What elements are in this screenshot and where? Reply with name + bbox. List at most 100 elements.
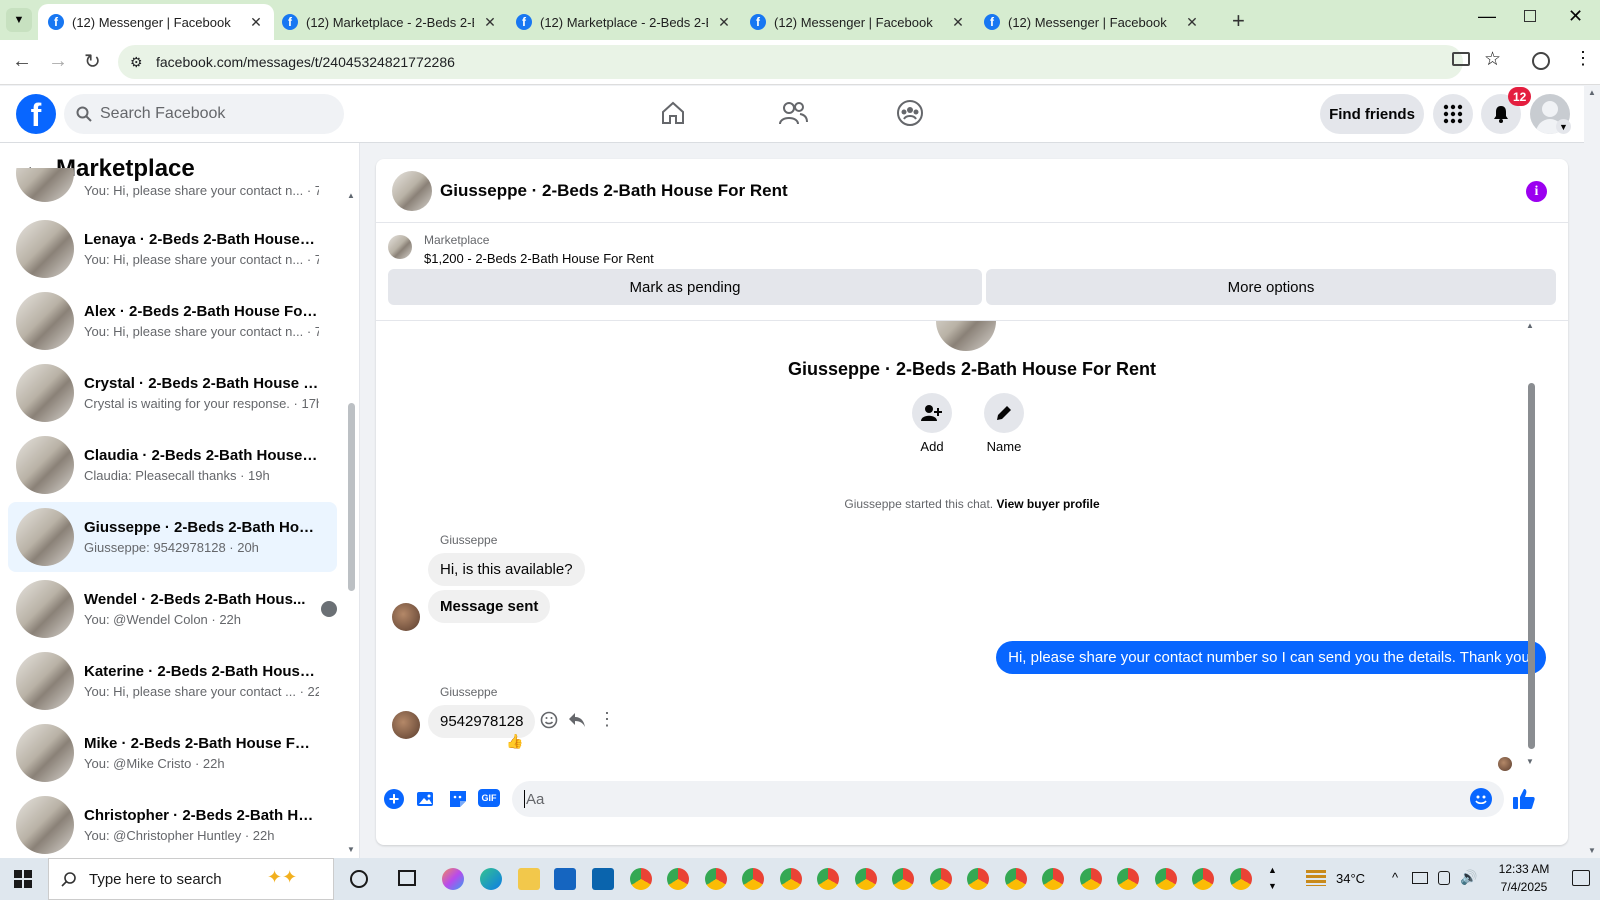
close-tab-icon[interactable]: ✕ — [248, 14, 264, 31]
chrome-app-icon[interactable] — [967, 868, 989, 890]
emoji-icon[interactable] — [1470, 788, 1492, 810]
scroll-down-arrow[interactable]: ▼ — [1526, 757, 1534, 766]
chrome-app-icon[interactable] — [855, 868, 877, 890]
chrome-app-icon[interactable] — [1042, 868, 1064, 890]
chrome-app-icon[interactable] — [780, 868, 802, 890]
forward-icon[interactable]: → — [48, 50, 68, 73]
nickname-button[interactable] — [984, 393, 1024, 433]
browser-tab-4[interactable]: f (12) Messenger | Facebook ✕ — [740, 4, 976, 40]
restore-button[interactable] — [1524, 10, 1536, 22]
view-buyer-profile-link[interactable]: View buyer profile — [996, 497, 1099, 511]
chrome-app-icon[interactable] — [817, 868, 839, 890]
conversation-item[interactable]: Wendel · 2-Beds 2-Bath Hous... You: @Wend… — [8, 574, 337, 644]
thread-scrollbar[interactable] — [1528, 383, 1535, 749]
sticker-icon[interactable] — [448, 789, 468, 809]
network-icon[interactable] — [1412, 872, 1428, 884]
message-bubble[interactable]: Hi, is this available? — [428, 553, 585, 586]
profile-icon[interactable] — [1532, 52, 1550, 70]
scroll-up-arrow[interactable]: ▲ — [347, 191, 355, 200]
cortana-icon[interactable] — [350, 870, 368, 888]
browser-tab-1[interactable]: f (12) Messenger | Facebook ✕ — [38, 4, 274, 40]
more-actions-icon[interactable]: ⋮ — [598, 709, 616, 730]
taskbar-overflow-arrows[interactable]: ▲ ▼ — [1268, 862, 1277, 894]
chrome-app-icon[interactable] — [630, 868, 652, 890]
facebook-logo[interactable]: f — [16, 94, 56, 134]
reload-icon[interactable]: ↻ — [84, 49, 101, 74]
meet-now-icon[interactable] — [1438, 871, 1450, 885]
copilot-app-icon[interactable] — [442, 868, 464, 890]
volume-icon[interactable]: 🔊 — [1460, 869, 1477, 886]
conversation-item[interactable]: Alex · 2-Beds 2-Bath House For ... You: H… — [8, 286, 337, 356]
back-icon[interactable]: ← — [12, 50, 32, 73]
chrome-app-icon-active[interactable] — [1230, 868, 1252, 890]
browser-tab-2[interactable]: f (12) Marketplace - 2-Beds 2-Ba ✕ — [272, 4, 508, 40]
chrome-app-icon[interactable] — [742, 868, 764, 890]
close-tab-icon[interactable]: ✕ — [1184, 14, 1200, 31]
conversation-item[interactable]: Claudia · 2-Beds 2-Bath House F... Claudi… — [8, 430, 337, 500]
page-scroll-down-arrow[interactable]: ▼ — [1588, 846, 1596, 855]
chrome-app-icon[interactable] — [667, 868, 689, 890]
clock-date[interactable]: 7/4/2025 — [1488, 880, 1560, 894]
list-scrollbar[interactable] — [348, 403, 355, 591]
taskbar-search-box[interactable]: Type here to search ✦✦ — [48, 858, 334, 900]
chrome-app-icon[interactable] — [930, 868, 952, 890]
chrome-app-icon[interactable] — [1117, 868, 1139, 890]
like-thumbs-up-icon[interactable] — [1512, 787, 1536, 811]
conversation-item[interactable]: Christopher · 2-Beds 2-Bath Hou... You: @… — [8, 790, 337, 858]
info-icon[interactable]: i — [1526, 181, 1547, 202]
chrome-app-icon[interactable] — [1155, 868, 1177, 890]
url-field[interactable]: ⚙ facebook.com/messages/t/24045324821772… — [118, 45, 1463, 79]
close-tab-icon[interactable]: ✕ — [950, 14, 966, 31]
message-bubble[interactable]: Message sent — [428, 590, 551, 623]
reply-icon[interactable] — [568, 712, 586, 728]
conversation-item-selected[interactable]: Giusseppe · 2-Beds 2-Bath Hous... Giussep… — [8, 502, 337, 572]
notification-center-icon[interactable] — [1572, 870, 1590, 886]
my-message-bubble[interactable]: Hi, please share your contact number so … — [996, 641, 1546, 674]
mark-as-pending-button[interactable]: Mark as pending — [388, 269, 982, 305]
conversation-item[interactable]: Mike · 2-Beds 2-Bath House For ... You: @… — [8, 718, 337, 788]
task-view-icon[interactable] — [398, 870, 416, 886]
chrome-app-icon[interactable] — [1192, 868, 1214, 890]
gif-icon[interactable]: GIF — [478, 789, 500, 807]
chrome-app-icon[interactable] — [892, 868, 914, 890]
chrome-app-icon[interactable] — [705, 868, 727, 890]
edge-app-icon[interactable] — [480, 868, 502, 890]
facebook-search-input[interactable]: Search Facebook — [64, 94, 344, 134]
listing-price-title[interactable]: $1,200 - 2-Beds 2-Bath House For Rent — [424, 251, 654, 266]
friends-nav-icon[interactable] — [778, 100, 808, 126]
attach-photo-icon[interactable] — [416, 789, 436, 809]
more-options-button[interactable]: More options — [986, 269, 1556, 305]
new-tab-button[interactable]: + — [1232, 8, 1245, 34]
site-info-icon[interactable]: ⚙ — [130, 54, 143, 71]
tab-search-dropdown[interactable]: ▼ — [6, 8, 32, 32]
scroll-up-arrow[interactable]: ▲ — [1526, 321, 1534, 330]
conversation-item[interactable]: Crystal · 2-Beds 2-Bath House F... Crysta… — [8, 358, 337, 428]
chrome-app-icon[interactable] — [1005, 868, 1027, 890]
tray-chevron-icon[interactable]: ^ — [1392, 870, 1398, 885]
menu-grid-button[interactable] — [1433, 94, 1473, 134]
start-windows-icon[interactable] — [14, 870, 32, 888]
weather-icon[interactable] — [1306, 870, 1326, 886]
conversation-item[interactable]: Katerine · 2-Beds 2-Bath House ... You: H… — [8, 646, 337, 716]
chat-title[interactable]: Giusseppe · 2-Beds 2-Bath House For Rent — [440, 181, 788, 201]
chat-avatar[interactable] — [392, 171, 432, 211]
react-icon[interactable] — [540, 711, 558, 729]
outlook-app-icon[interactable] — [592, 868, 614, 890]
conversation-item[interactable]: You: Hi, please share your contact n... … — [8, 168, 337, 208]
find-friends-button[interactable]: Find friends — [1320, 94, 1424, 134]
scroll-down-arrow[interactable]: ▼ — [347, 845, 355, 854]
groups-nav-icon[interactable] — [896, 99, 924, 127]
minimize-button[interactable]: — — [1478, 6, 1496, 27]
browser-menu-icon[interactable]: ⋮ — [1574, 48, 1592, 69]
more-actions-plus-icon[interactable]: + — [384, 789, 404, 809]
install-app-icon[interactable] — [1452, 52, 1470, 66]
browser-tab-5[interactable]: f (12) Messenger | Facebook ✕ — [974, 4, 1210, 40]
file-explorer-app-icon[interactable] — [518, 868, 540, 890]
close-tab-icon[interactable]: ✕ — [716, 14, 732, 31]
close-tab-icon[interactable]: ✕ — [482, 14, 498, 31]
thumbs-up-reaction[interactable]: 👍 — [506, 733, 523, 750]
browser-tab-3[interactable]: f (12) Marketplace - 2-Beds 2-Ba ✕ — [506, 4, 742, 40]
store-app-icon[interactable] — [554, 868, 576, 890]
clock-time[interactable]: 12:33 AM — [1488, 862, 1560, 876]
conversation-item[interactable]: Lenaya · 2-Beds 2-Bath House F... You: Hi… — [8, 214, 337, 284]
